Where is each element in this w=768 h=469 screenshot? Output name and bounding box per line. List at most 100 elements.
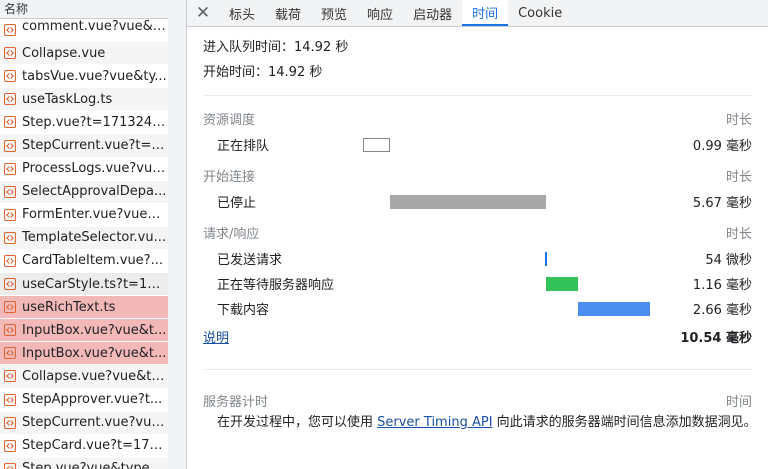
explain-link[interactable]: 说明 xyxy=(203,327,229,346)
server-timing-title: 服务器计时 xyxy=(203,395,269,410)
timing-label: 正在等待服务器响应 xyxy=(217,278,335,293)
request-row[interactable]: FormEnter.vue?vue&... xyxy=(0,204,168,227)
request-name: Step.vue?vue&type=... xyxy=(22,461,168,469)
script-file-icon xyxy=(4,47,16,60)
request-name: FormEnter.vue?vue&... xyxy=(22,207,168,223)
timing-bar xyxy=(578,302,650,316)
request-row[interactable]: ProcessLogs.vue?vue... xyxy=(0,158,168,181)
timing-content: 进入队列时间：14.92 秒 开始时间：14.92 秒 资源调度 时长 正在排队 0.… xyxy=(187,35,768,432)
request-name: tabsVue.vue?vue&ty... xyxy=(22,68,167,84)
timing-row: 下载内容 2.66 毫秒 xyxy=(203,296,752,321)
tab-0[interactable]: 标头 xyxy=(219,0,265,26)
server-timing-description: 在开发过程中，您可以使用 Server Timing API 向此请求的服务器端… xyxy=(203,414,763,432)
request-row[interactable]: Collapse.vue?vue&ty... xyxy=(0,365,168,389)
script-file-icon xyxy=(4,416,16,429)
request-row[interactable]: comment.vue?vue&t... xyxy=(0,19,168,43)
timing-bar-track xyxy=(363,246,663,271)
script-file-icon xyxy=(4,393,16,406)
tab-6[interactable]: Cookie xyxy=(508,0,572,26)
timing-bar-track xyxy=(363,189,663,214)
request-row[interactable]: Step.vue?t=1713249... xyxy=(0,111,168,135)
divider xyxy=(203,369,752,370)
request-name: SelectApprovalDepa... xyxy=(22,184,167,200)
request-row[interactable]: useCarStyle.ts?t=171... xyxy=(0,273,168,297)
request-name: InputBox.vue?vue&t... xyxy=(22,322,167,338)
tab-4[interactable]: 启动器 xyxy=(403,0,462,26)
timing-section: 资源调度 时长 正在排队 0.99 毫秒 xyxy=(203,110,752,157)
queued-time: 进入队列时间：14.92 秒 xyxy=(203,40,349,55)
timing-row: 正在等待服务器响应 1.16 毫秒 xyxy=(203,271,752,296)
details-tabbar: ✕ 标头 载荷 预览 响应 启动器 时间 Cookie xyxy=(187,0,768,27)
request-row[interactable]: CardTableItem.vue?... xyxy=(0,250,168,274)
tab-2[interactable]: 预览 xyxy=(311,0,357,26)
request-name: Collapse.vue xyxy=(22,45,106,61)
script-file-icon xyxy=(4,370,16,383)
request-row[interactable]: Collapse.vue xyxy=(0,42,168,66)
script-file-icon xyxy=(4,439,16,452)
server-timing-api-link[interactable]: Server Timing API xyxy=(377,415,492,430)
request-row[interactable]: SelectApprovalDepa... xyxy=(0,180,168,204)
section-title: 开始连接 xyxy=(203,170,256,185)
request-row[interactable]: StepCard.vue?t=171... xyxy=(0,435,168,458)
duration-header: 时长 xyxy=(725,227,752,242)
tab-5[interactable]: 时间 xyxy=(462,0,509,26)
request-name: StepCard.vue?t=171... xyxy=(22,438,168,454)
request-row[interactable]: StepCurrent.vue?t=1... xyxy=(0,134,168,158)
timing-bar-track xyxy=(363,271,663,296)
script-file-icon xyxy=(4,231,16,244)
script-file-icon xyxy=(4,24,16,37)
timing-duration: 2.66 毫秒 xyxy=(692,303,752,318)
script-file-icon xyxy=(4,278,16,291)
server-timing-text-after: 向此请求的服务器端时间信息添加数据洞见。 xyxy=(492,415,757,430)
close-icon[interactable]: ✕ xyxy=(187,0,219,26)
timing-bar xyxy=(390,195,546,209)
request-row[interactable]: InputBox.vue?vue&t... xyxy=(0,342,168,366)
script-file-icon xyxy=(4,116,16,129)
timing-duration: 1.16 毫秒 xyxy=(692,278,752,293)
script-file-icon xyxy=(4,208,16,221)
request-name: InputBox.vue?vue&t... xyxy=(22,345,167,361)
request-row[interactable]: tabsVue.vue?vue&ty... xyxy=(0,65,168,89)
timing-section: 开始连接 时长 已停止 5.67 毫秒 xyxy=(203,167,752,214)
timing-label: 已发送请求 xyxy=(217,253,283,268)
script-file-icon xyxy=(4,162,16,175)
section-header: 请求/响应 时长 xyxy=(203,224,752,246)
request-row[interactable]: TemplateSelector.vu... xyxy=(0,226,168,250)
timing-label: 已停止 xyxy=(217,196,257,211)
script-file-icon xyxy=(4,324,16,337)
request-row[interactable]: InputBox.vue?vue&t... xyxy=(0,319,168,343)
server-timing-section: 服务器计时 时间 在开发过程中，您可以使用 Server Timing API … xyxy=(203,392,757,432)
request-name: useRichText.ts xyxy=(22,299,116,315)
section-header: 资源调度 时长 xyxy=(203,110,752,132)
start-time: 开始时间：14.92 秒 xyxy=(203,65,323,80)
script-file-icon xyxy=(4,301,16,314)
tab-1[interactable]: 载荷 xyxy=(265,0,311,26)
script-file-icon xyxy=(4,254,16,267)
section-title: 资源调度 xyxy=(203,113,256,128)
request-name: useCarStyle.ts?t=171... xyxy=(22,276,168,292)
timing-duration: 54 微秒 xyxy=(705,253,752,268)
timing-label: 下载内容 xyxy=(217,303,270,318)
timing-bar xyxy=(545,252,547,266)
request-name: ProcessLogs.vue?vue... xyxy=(22,161,168,177)
request-row[interactable]: Step.vue?vue&type=... xyxy=(0,457,168,469)
server-timing-time-label: 时间 xyxy=(725,395,752,410)
timing-label: 正在排队 xyxy=(217,139,270,154)
timing-row: 已发送请求 54 微秒 xyxy=(203,246,752,271)
request-items: comment.vue?vue&t... Collapse.vue tabsVue.… xyxy=(0,19,168,469)
request-row[interactable]: useRichText.ts xyxy=(0,296,168,320)
timing-bar-track xyxy=(363,296,663,321)
total-row: 说明 10.54 毫秒 xyxy=(203,321,752,351)
timing-row: 正在排队 0.99 毫秒 xyxy=(203,132,752,157)
request-row[interactable]: StepCurrent.vue?vue... xyxy=(0,411,168,435)
server-timing-text-before: 在开发过程中，您可以使用 xyxy=(217,415,378,430)
timing-row: 已停止 5.67 毫秒 xyxy=(203,189,752,214)
request-row[interactable]: StepApprover.vue?t... xyxy=(0,389,168,412)
timing-duration: 5.67 毫秒 xyxy=(692,196,752,211)
waterfall-gap xyxy=(168,0,186,469)
request-row[interactable]: useTaskLog.ts xyxy=(0,88,168,112)
request-name: Collapse.vue?vue&ty... xyxy=(22,368,168,384)
name-column-header[interactable]: 名称 xyxy=(0,0,168,19)
tab-3[interactable]: 响应 xyxy=(357,0,403,26)
timing-bar xyxy=(363,138,390,152)
